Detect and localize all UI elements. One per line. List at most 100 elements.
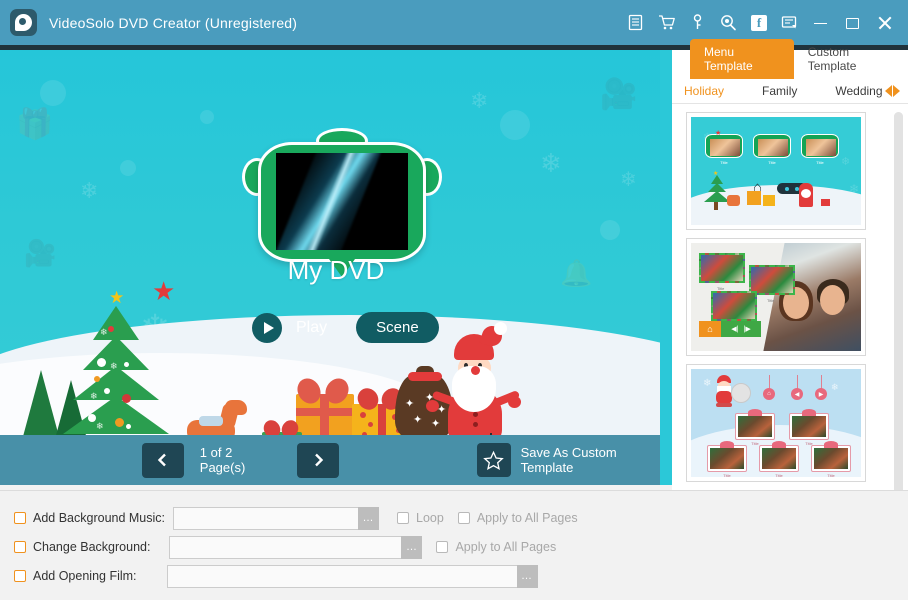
- tab-menu-template[interactable]: Menu Template: [690, 39, 794, 79]
- bokeh-dot: [40, 80, 66, 106]
- thumb-caption: Title: [775, 473, 783, 477]
- background-music-input[interactable]: [173, 506, 359, 530]
- santa-claus: [426, 322, 521, 435]
- snowflake-decor: ❄: [540, 148, 562, 178]
- key-icon[interactable]: [689, 14, 706, 31]
- bottom-options-panel: Add Background Music: … Loop Apply to Al…: [0, 490, 908, 600]
- arrow-right-icon[interactable]: [893, 85, 900, 97]
- thumb-caption: Title: [720, 160, 728, 165]
- mini-santa-beard: [801, 189, 811, 198]
- add-opening-film-checkbox[interactable]: [14, 570, 26, 582]
- music-apply-all-pages-checkbox[interactable]: [457, 512, 470, 524]
- minimize-button[interactable]: [812, 14, 830, 32]
- add-background-music-label: Add Background Music:: [33, 511, 166, 525]
- mini-gift: [763, 195, 775, 206]
- row-opening-film: Add Opening Film: …: [14, 564, 538, 588]
- template-thumbnail-christmas[interactable]: ❄ ❄ ❄ ❄ Title Title Title ⌂: [686, 112, 866, 230]
- mini-sled: [821, 199, 830, 206]
- prev-page-button[interactable]: [142, 442, 184, 478]
- pagination-bar: 1 of 2 Page(s) Save As Custom Template: [0, 435, 672, 485]
- bokeh-dot: [500, 110, 530, 140]
- app-window: VideoSolo DVD Creator (Unregistered) f ❄…: [0, 0, 908, 600]
- thumb-caption: Title: [723, 473, 731, 477]
- mini-home-button: ⌂: [763, 388, 775, 400]
- star-icon: [483, 450, 504, 470]
- register-file-icon[interactable]: [627, 14, 644, 31]
- mini-red-star: ★: [715, 130, 722, 137]
- loop-checkbox[interactable]: [397, 512, 410, 524]
- opening-film-browse-button[interactable]: …: [516, 564, 538, 588]
- snowflake-decor: ❄: [80, 178, 99, 203]
- next-page-button[interactable]: [297, 442, 339, 478]
- mini-nav-bar: ⌂ ◀| |▶: [699, 321, 761, 337]
- subtab-wedding[interactable]: Wedding: [835, 84, 882, 98]
- scene-button[interactable]: Scene: [356, 312, 439, 343]
- row-background-music: Add Background Music: … Loop Apply to Al…: [14, 506, 578, 530]
- scrollbar-thumb[interactable]: [894, 112, 903, 522]
- home-icon: ⌂: [699, 321, 721, 337]
- menu-thumbnail-frame[interactable]: [242, 128, 442, 277]
- cart-icon[interactable]: [658, 14, 675, 31]
- bokeh-dot: [120, 160, 136, 176]
- subtab-family[interactable]: Family: [762, 84, 797, 98]
- support-chat-icon[interactable]: [720, 14, 737, 31]
- sack-tie: [408, 372, 442, 381]
- mini-rocking-horse: [727, 195, 740, 206]
- mini-sack: [731, 383, 751, 403]
- template-scrollbar[interactable]: [894, 112, 903, 530]
- template-thumbnail-list[interactable]: ❄ ❄ ❄ ❄ Title Title Title ⌂: [672, 106, 908, 490]
- background-music-browse-button[interactable]: …: [358, 506, 380, 530]
- videosolo-logo-icon: [10, 9, 37, 36]
- page-indicator: 1 of 2 Page(s): [199, 445, 246, 475]
- thumb-caption: Title: [767, 298, 775, 303]
- row-change-background: Change Background: … Apply to All Pages: [14, 535, 556, 559]
- music-apply-all-pages-label: Apply to All Pages: [476, 511, 578, 525]
- template-thumbnail-collage[interactable]: Title Title Title ⌂ ◀||▶: [686, 238, 866, 356]
- close-button[interactable]: [876, 14, 894, 32]
- tab-custom-template[interactable]: Custom Template: [794, 39, 908, 79]
- app-title: VideoSolo DVD Creator (Unregistered): [49, 14, 298, 31]
- arrow-left-icon[interactable]: [885, 85, 892, 97]
- maximize-button[interactable]: [844, 14, 862, 32]
- video-thumbnail[interactable]: [276, 153, 408, 250]
- panel-edge-strip: [660, 50, 672, 485]
- mini-next-button: ▶: [815, 388, 827, 400]
- snowflake-decor: ❄: [620, 169, 637, 191]
- change-background-input[interactable]: [169, 535, 402, 559]
- gift-box-orange: [292, 374, 354, 435]
- bokeh-dot: [600, 220, 620, 240]
- opening-film-input[interactable]: [166, 564, 517, 588]
- prev-icon: ◀|: [731, 326, 739, 333]
- ghost-gift-icon: 🎁: [16, 108, 54, 141]
- feedback-form-icon[interactable]: [781, 14, 798, 31]
- gift-box-green: [260, 417, 302, 435]
- christmas-tree: ★ ❄ ❄ ❄ ❄ ❄: [52, 288, 182, 435]
- change-background-browse-button[interactable]: …: [401, 535, 423, 559]
- subtab-arrows[interactable]: [885, 85, 900, 97]
- chevron-left-icon: [157, 453, 166, 467]
- facebook-icon[interactable]: f: [751, 14, 767, 31]
- thumb-caption: Title: [827, 473, 835, 477]
- change-background-label: Change Background:: [33, 540, 151, 554]
- add-opening-film-label: Add Opening Film:: [33, 569, 137, 583]
- background-apply-all-pages-checkbox[interactable]: [436, 541, 449, 553]
- thumb-caption: Title: [816, 160, 824, 165]
- dvd-menu-preview[interactable]: ❄ ❄ ❄ ❄ ❄ ❄ ❄ ❄ ❄ 🎁 🎥 🎥 🎁 🔔 ★ ★: [0, 50, 672, 435]
- loop-label: Loop: [416, 511, 444, 525]
- add-background-music-checkbox[interactable]: [14, 512, 26, 524]
- play-icon[interactable]: [252, 312, 282, 343]
- save-template-star-button[interactable]: [476, 443, 511, 477]
- template-thumbnail-santa[interactable]: ❄ ❄ ⌂ ◀ ▶ Title Title Title Title Title: [686, 364, 866, 482]
- next-icon: |▶: [743, 326, 751, 333]
- snowflake-decor: ❄: [470, 88, 489, 113]
- change-background-checkbox[interactable]: [14, 541, 26, 553]
- thumb-caption: Title: [768, 160, 776, 165]
- save-template-label[interactable]: Save As Custom Template: [521, 445, 672, 475]
- subtab-holiday[interactable]: Holiday: [684, 84, 724, 98]
- play-label[interactable]: Play: [296, 319, 327, 337]
- dvd-title-text[interactable]: My DVD: [0, 255, 672, 286]
- category-subtabs: Holiday Family Wedding: [672, 79, 908, 104]
- background-apply-all-pages-label: Apply to All Pages: [455, 540, 557, 554]
- ghost-camera-icon: 🎥: [600, 78, 638, 111]
- chevron-right-icon: [315, 453, 324, 467]
